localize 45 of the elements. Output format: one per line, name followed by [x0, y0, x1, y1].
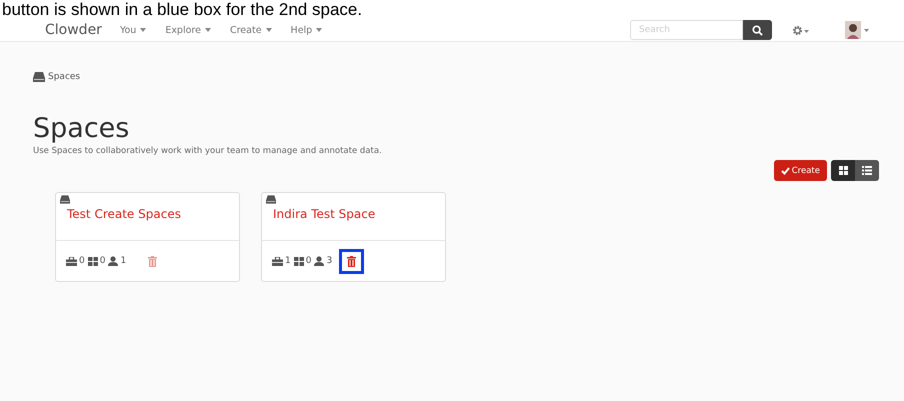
- trash-icon: [347, 256, 356, 266]
- grid-icon: [294, 256, 304, 266]
- space-title-link[interactable]: Indira Test Space: [273, 207, 376, 221]
- page-heading: Spaces: [33, 113, 130, 145]
- search-button[interactable]: [743, 20, 772, 40]
- avatar-icon: [844, 20, 870, 40]
- user-count: 1: [120, 256, 126, 266]
- briefcase-icon: [272, 256, 283, 266]
- check-icon: [780, 166, 790, 174]
- user-count: 3: [326, 256, 332, 266]
- brand-logo[interactable]: Clowder: [45, 22, 102, 38]
- grid-icon: [88, 256, 98, 266]
- settings-icon: [792, 24, 810, 36]
- nav-menu[interactable]: Create: [230, 24, 272, 36]
- space-title-link[interactable]: Test Create Spaces: [67, 207, 181, 221]
- settings-button[interactable]: [792, 24, 810, 36]
- collection-count: 0: [79, 256, 85, 266]
- dataset-count: 0: [306, 256, 312, 266]
- page-description: Use Spaces to collaboratively work with your team to manage and annotate data.: [33, 146, 383, 156]
- search-icon: [752, 24, 763, 36]
- caret-icon: [316, 28, 322, 32]
- list-icon: [862, 166, 872, 175]
- caret-icon: [266, 28, 272, 32]
- breadcrumb-link[interactable]: Spaces: [48, 72, 80, 82]
- briefcase-icon: [66, 256, 77, 266]
- list-view-button[interactable]: [855, 160, 879, 181]
- hard-drive-icon: [60, 195, 70, 204]
- hard-drive-icon: [266, 195, 276, 204]
- user-icon: [108, 256, 118, 266]
- caret-icon: [204, 28, 211, 32]
- collection-count: 1: [285, 256, 291, 266]
- trash-icon: [148, 256, 158, 266]
- user-icon: [314, 256, 324, 266]
- nav-menu[interactable]: You: [120, 24, 146, 36]
- caret-icon: [140, 28, 146, 32]
- grid-view-button[interactable]: [831, 160, 855, 181]
- dataset-count: 0: [100, 256, 106, 266]
- nav-menu[interactable]: Explore: [165, 24, 211, 36]
- grid-icon: [838, 166, 848, 175]
- nav-menu[interactable]: Help: [290, 24, 322, 36]
- hard-drive-icon: [33, 72, 45, 82]
- delete-button[interactable]: [339, 248, 364, 274]
- caption-text: button is shown in a blue box for the 2nd space.: [0, 0, 904, 19]
- user-menu-button[interactable]: [844, 20, 870, 40]
- create-button[interactable]: Create: [774, 160, 827, 181]
